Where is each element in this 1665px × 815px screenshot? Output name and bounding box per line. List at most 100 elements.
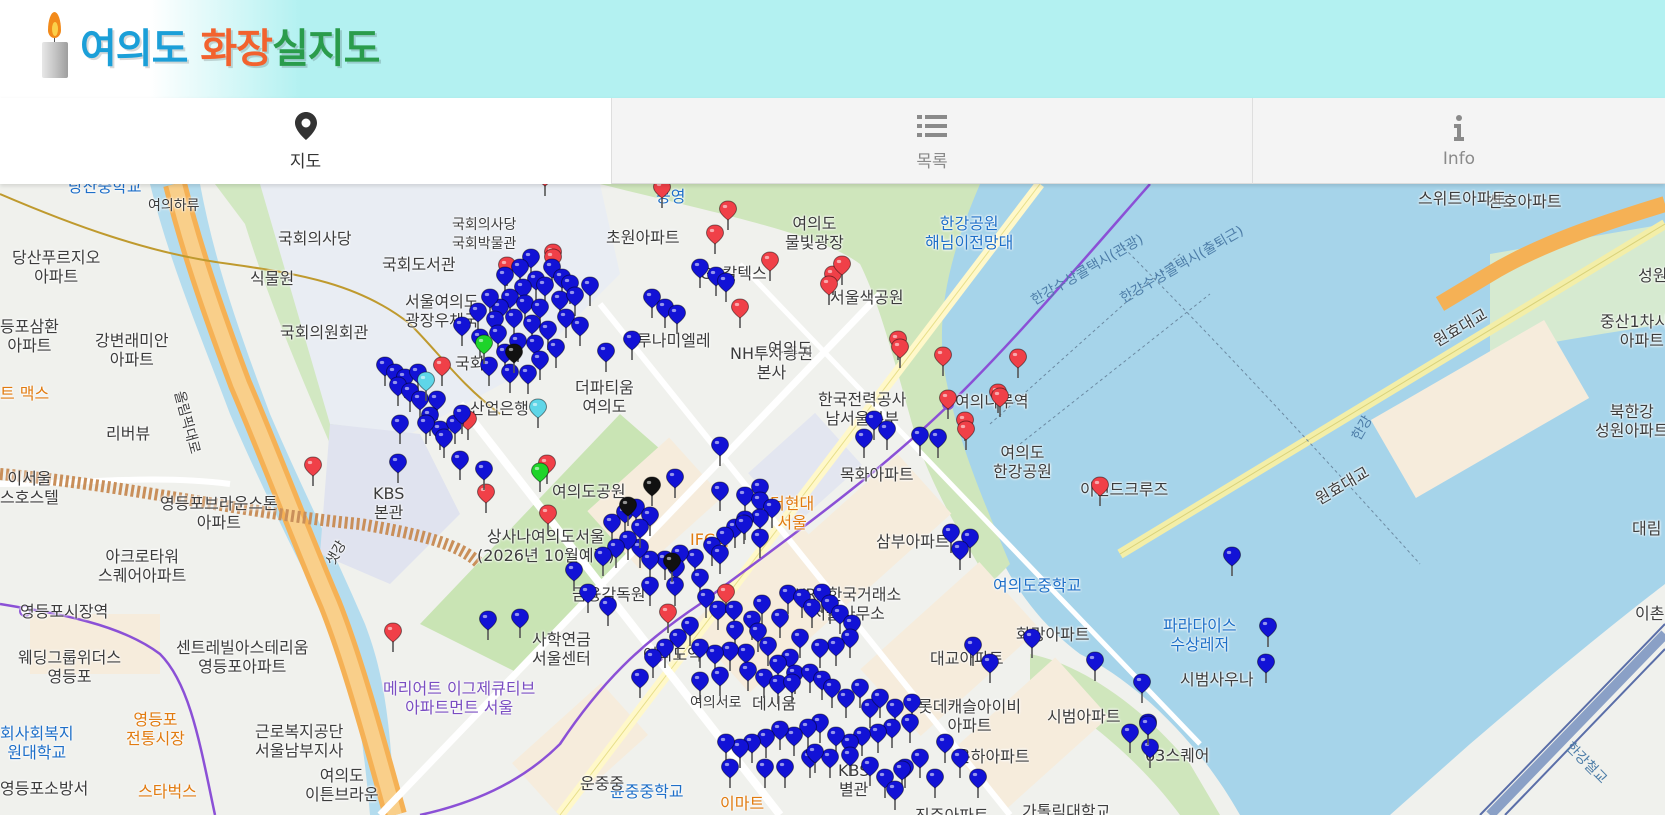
blue-toilet-marker[interactable] bbox=[478, 610, 498, 640]
red-toilet-marker[interactable] bbox=[383, 622, 403, 652]
red-toilet-marker[interactable] bbox=[658, 603, 678, 633]
blue-toilet-marker[interactable] bbox=[630, 668, 650, 698]
blue-toilet-marker[interactable] bbox=[775, 758, 795, 788]
title-part-map: 지도 bbox=[307, 26, 381, 72]
red-toilet-marker[interactable] bbox=[990, 387, 1010, 417]
blue-toilet-marker[interactable] bbox=[782, 673, 802, 703]
blue-toilet-marker[interactable] bbox=[752, 594, 772, 624]
tab-bar: 지도 목록 Info bbox=[0, 98, 1665, 184]
blue-toilet-marker[interactable] bbox=[877, 420, 897, 450]
blue-toilet-marker[interactable] bbox=[710, 666, 730, 696]
blue-toilet-marker[interactable] bbox=[950, 540, 970, 570]
blue-toilet-marker[interactable] bbox=[710, 436, 730, 466]
map-label: 센트레빌아스테리움 영등포아파트 bbox=[176, 638, 309, 676]
blue-toilet-marker[interactable] bbox=[1120, 723, 1140, 753]
blue-toilet-marker[interactable] bbox=[1022, 628, 1042, 658]
red-toilet-marker[interactable] bbox=[535, 184, 555, 196]
blue-toilet-marker[interactable] bbox=[750, 528, 770, 558]
blue-toilet-marker[interactable] bbox=[474, 460, 494, 490]
black-toilet-marker[interactable] bbox=[618, 496, 638, 526]
map-label: 트 맥스 bbox=[0, 384, 50, 403]
red-toilet-marker[interactable] bbox=[760, 251, 780, 281]
tab-list[interactable]: 목록 bbox=[612, 98, 1253, 184]
blue-toilet-marker[interactable] bbox=[710, 544, 730, 574]
red-toilet-marker[interactable] bbox=[819, 275, 839, 305]
blue-toilet-marker[interactable] bbox=[510, 608, 530, 638]
map-label: KBS 본관 bbox=[373, 484, 405, 522]
blue-toilet-marker[interactable] bbox=[640, 576, 660, 606]
blue-toilet-marker[interactable] bbox=[980, 653, 1000, 683]
tab-map[interactable]: 지도 bbox=[0, 98, 612, 184]
app-title: 여의도 화장실지도 bbox=[80, 16, 381, 74]
blue-toilet-marker[interactable] bbox=[1085, 651, 1105, 681]
blue-toilet-marker[interactable] bbox=[716, 733, 736, 763]
blue-toilet-marker[interactable] bbox=[755, 758, 775, 788]
red-toilet-marker[interactable] bbox=[705, 224, 725, 254]
green-toilet-marker[interactable] bbox=[530, 462, 550, 492]
map-label: 롯데캐슬아이비 아파트 bbox=[918, 697, 1022, 735]
red-toilet-marker[interactable] bbox=[1008, 348, 1028, 378]
blue-toilet-marker[interactable] bbox=[1138, 715, 1158, 745]
map-label: 파라다이스 수상레저 bbox=[1163, 616, 1237, 654]
red-toilet-marker[interactable] bbox=[730, 298, 750, 328]
map-label: 여의도 한강공원 bbox=[993, 443, 1052, 481]
map-label: 회사회복지 원대학교 bbox=[0, 724, 74, 762]
blue-toilet-marker[interactable] bbox=[416, 414, 436, 444]
blue-toilet-marker[interactable] bbox=[925, 768, 945, 798]
blue-toilet-marker[interactable] bbox=[388, 453, 408, 483]
blue-toilet-marker[interactable] bbox=[910, 426, 930, 456]
map-view[interactable]: 당산중학교 여의하류 국회의사당 국회의사당 국회박물관 당산푸르지오 아파트 식물원 국회… bbox=[0, 184, 1665, 815]
blue-toilet-marker[interactable] bbox=[720, 758, 740, 788]
blue-toilet-marker[interactable] bbox=[805, 743, 825, 773]
blue-toilet-marker[interactable] bbox=[570, 316, 590, 346]
blue-toilet-marker[interactable] bbox=[928, 428, 948, 458]
blue-toilet-marker[interactable] bbox=[598, 596, 618, 626]
blue-toilet-marker[interactable] bbox=[1132, 673, 1152, 703]
blue-toilet-marker[interactable] bbox=[390, 414, 410, 444]
blue-toilet-marker[interactable] bbox=[900, 713, 920, 743]
blue-toilet-marker[interactable] bbox=[950, 748, 970, 778]
red-toilet-marker[interactable] bbox=[1090, 476, 1110, 506]
blue-toilet-marker[interactable] bbox=[885, 780, 905, 810]
tab-info[interactable]: Info bbox=[1253, 98, 1665, 184]
blue-toilet-marker[interactable] bbox=[968, 768, 988, 798]
blue-toilet-marker[interactable] bbox=[452, 404, 472, 434]
cyan-toilet-marker[interactable] bbox=[416, 371, 436, 401]
red-toilet-marker[interactable] bbox=[956, 420, 976, 450]
map-label: 여의도중학교 bbox=[993, 576, 1082, 595]
map-label: 운중중 bbox=[580, 774, 625, 793]
blue-toilet-marker[interactable] bbox=[593, 546, 613, 576]
black-toilet-marker[interactable] bbox=[662, 552, 682, 582]
red-toilet-marker[interactable] bbox=[890, 338, 910, 368]
red-toilet-marker[interactable] bbox=[933, 346, 953, 376]
red-toilet-marker[interactable] bbox=[303, 456, 323, 486]
blue-toilet-marker[interactable] bbox=[716, 272, 736, 302]
blue-toilet-marker[interactable] bbox=[854, 428, 874, 458]
blue-toilet-marker[interactable] bbox=[564, 561, 584, 591]
tab-map-label: 지도 bbox=[289, 151, 322, 172]
blue-toilet-marker[interactable] bbox=[710, 481, 730, 511]
map-label: 국회도서관 bbox=[382, 255, 456, 274]
blue-toilet-marker[interactable] bbox=[810, 638, 830, 668]
blue-toilet-marker[interactable] bbox=[667, 304, 687, 334]
cyan-toilet-marker[interactable] bbox=[528, 398, 548, 428]
blue-toilet-marker[interactable] bbox=[1256, 653, 1276, 683]
blue-toilet-marker[interactable] bbox=[622, 330, 642, 360]
red-toilet-marker[interactable] bbox=[538, 504, 558, 534]
blue-toilet-marker[interactable] bbox=[1222, 546, 1242, 576]
black-toilet-marker[interactable] bbox=[642, 476, 662, 506]
blue-toilet-marker[interactable] bbox=[596, 342, 616, 372]
black-toilet-marker[interactable] bbox=[504, 343, 524, 373]
app-root: 여의도 화장실지도 지도 목록 Info 당산중학교 여의하류 국회의사당 국회… bbox=[0, 0, 1665, 815]
blue-toilet-marker[interactable] bbox=[690, 671, 710, 701]
blue-toilet-marker[interactable] bbox=[665, 468, 685, 498]
blue-toilet-marker[interactable] bbox=[452, 316, 472, 346]
map-label: 영등포소방서 bbox=[0, 779, 89, 798]
blue-toilet-marker[interactable] bbox=[840, 746, 860, 776]
green-toilet-marker[interactable] bbox=[474, 334, 494, 364]
app-logo[interactable]: 여의도 화장실지도 bbox=[38, 10, 381, 80]
blue-toilet-marker[interactable] bbox=[1258, 617, 1278, 647]
red-toilet-marker[interactable] bbox=[652, 184, 672, 208]
blue-toilet-marker[interactable] bbox=[450, 450, 470, 480]
map-label: 진주아파트 bbox=[915, 806, 989, 815]
